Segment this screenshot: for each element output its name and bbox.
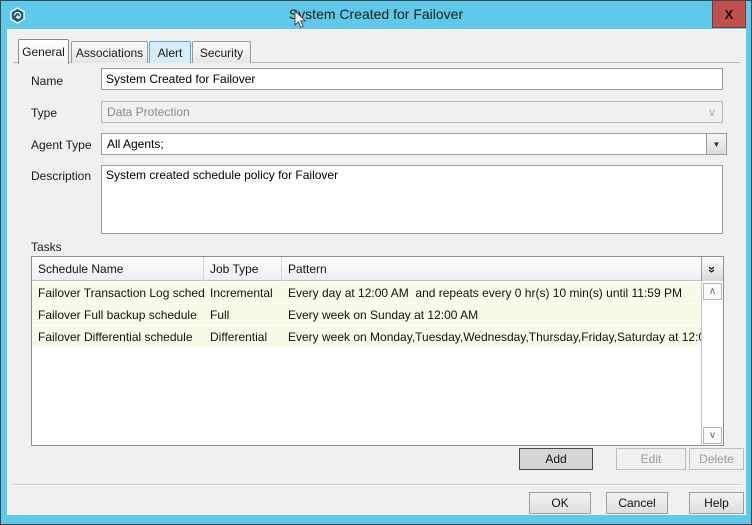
column-header-pattern[interactable]: Pattern (282, 257, 701, 281)
add-button[interactable]: Add (519, 448, 593, 470)
delete-button[interactable]: Delete (689, 448, 744, 470)
name-label: Name (31, 74, 63, 88)
cell-job-type: Full (204, 304, 282, 326)
cell-pattern: Every week on Sunday at 12:00 AM (282, 304, 701, 326)
cell-job-type: Incremental (204, 282, 282, 304)
agent-type-label: Agent Type (31, 138, 92, 152)
table-row[interactable]: Failover Full backup schedule Full Every… (32, 304, 701, 326)
agent-type-dropdown-button[interactable]: ▼ (706, 134, 726, 154)
type-value: Data Protection (102, 105, 702, 119)
tab-general[interactable]: General (18, 39, 69, 64)
chevron-down-icon: ∨ (709, 430, 716, 441)
type-chevron-down-icon: ∨ (702, 106, 722, 119)
cell-job-type: Differential (204, 326, 282, 348)
table-row[interactable]: Failover Transaction Log schedule Increm… (32, 282, 701, 304)
description-textarea[interactable] (101, 165, 723, 234)
cell-schedule-name: Failover Transaction Log schedule (32, 282, 204, 304)
window-title: System Created for Failover (1, 6, 751, 22)
tasks-table-header: Schedule Name Job Type Pattern » (32, 257, 723, 281)
tasks-table: Schedule Name Job Type Pattern » Failove… (31, 256, 724, 446)
dropdown-arrow-icon: ▼ (713, 140, 721, 149)
scroll-up-button[interactable]: ∧ (703, 283, 722, 300)
tab-general-label: General (22, 45, 65, 59)
dialog-content: General Associations Alert Security Name… (7, 29, 746, 515)
ok-button[interactable]: OK (529, 492, 591, 514)
footer-separator (12, 484, 741, 486)
edit-button[interactable]: Edit (616, 448, 686, 470)
column-options-button[interactable]: » (701, 257, 723, 281)
type-label: Type (31, 106, 57, 120)
cancel-button[interactable]: Cancel (606, 492, 668, 514)
tasks-section-label: Tasks (31, 240, 62, 254)
tab-security-label: Security (200, 46, 243, 60)
agent-type-combobox[interactable]: All Agents; ▼ (101, 133, 727, 155)
scroll-down-button[interactable]: ∨ (703, 427, 722, 444)
dialog-window: System Created for Failover X General As… (0, 0, 752, 525)
cell-schedule-name: Failover Full backup schedule (32, 304, 204, 326)
type-combobox[interactable]: Data Protection ∨ (101, 101, 723, 123)
cell-pattern: Every week on Monday,Tuesday,Wednesday,T… (282, 326, 701, 348)
tasks-table-body: Failover Transaction Log schedule Increm… (32, 282, 701, 445)
tab-alert[interactable]: Alert (149, 41, 191, 63)
table-row[interactable]: Failover Differential schedule Different… (32, 326, 701, 348)
tab-associations-label: Associations (76, 46, 143, 60)
agent-type-value: All Agents; (102, 137, 706, 151)
vertical-scrollbar[interactable]: ∧ ∨ (701, 282, 723, 445)
column-header-job-type[interactable]: Job Type (204, 257, 282, 281)
cell-pattern: Every day at 12:00 AM and repeats every … (282, 282, 701, 304)
name-input[interactable] (101, 68, 723, 90)
description-label: Description (31, 169, 91, 183)
tab-security[interactable]: Security (192, 41, 251, 63)
help-button[interactable]: Help (689, 492, 744, 514)
close-button[interactable]: X (712, 1, 746, 28)
chevron-up-icon: ∧ (709, 286, 716, 297)
tab-associations[interactable]: Associations (71, 41, 148, 63)
title-bar[interactable]: System Created for Failover X (1, 1, 751, 29)
cell-schedule-name: Failover Differential schedule (32, 326, 204, 348)
double-chevron-down-icon: » (705, 265, 720, 272)
column-header-schedule-name[interactable]: Schedule Name (32, 257, 204, 281)
tab-alert-label: Alert (158, 46, 183, 60)
